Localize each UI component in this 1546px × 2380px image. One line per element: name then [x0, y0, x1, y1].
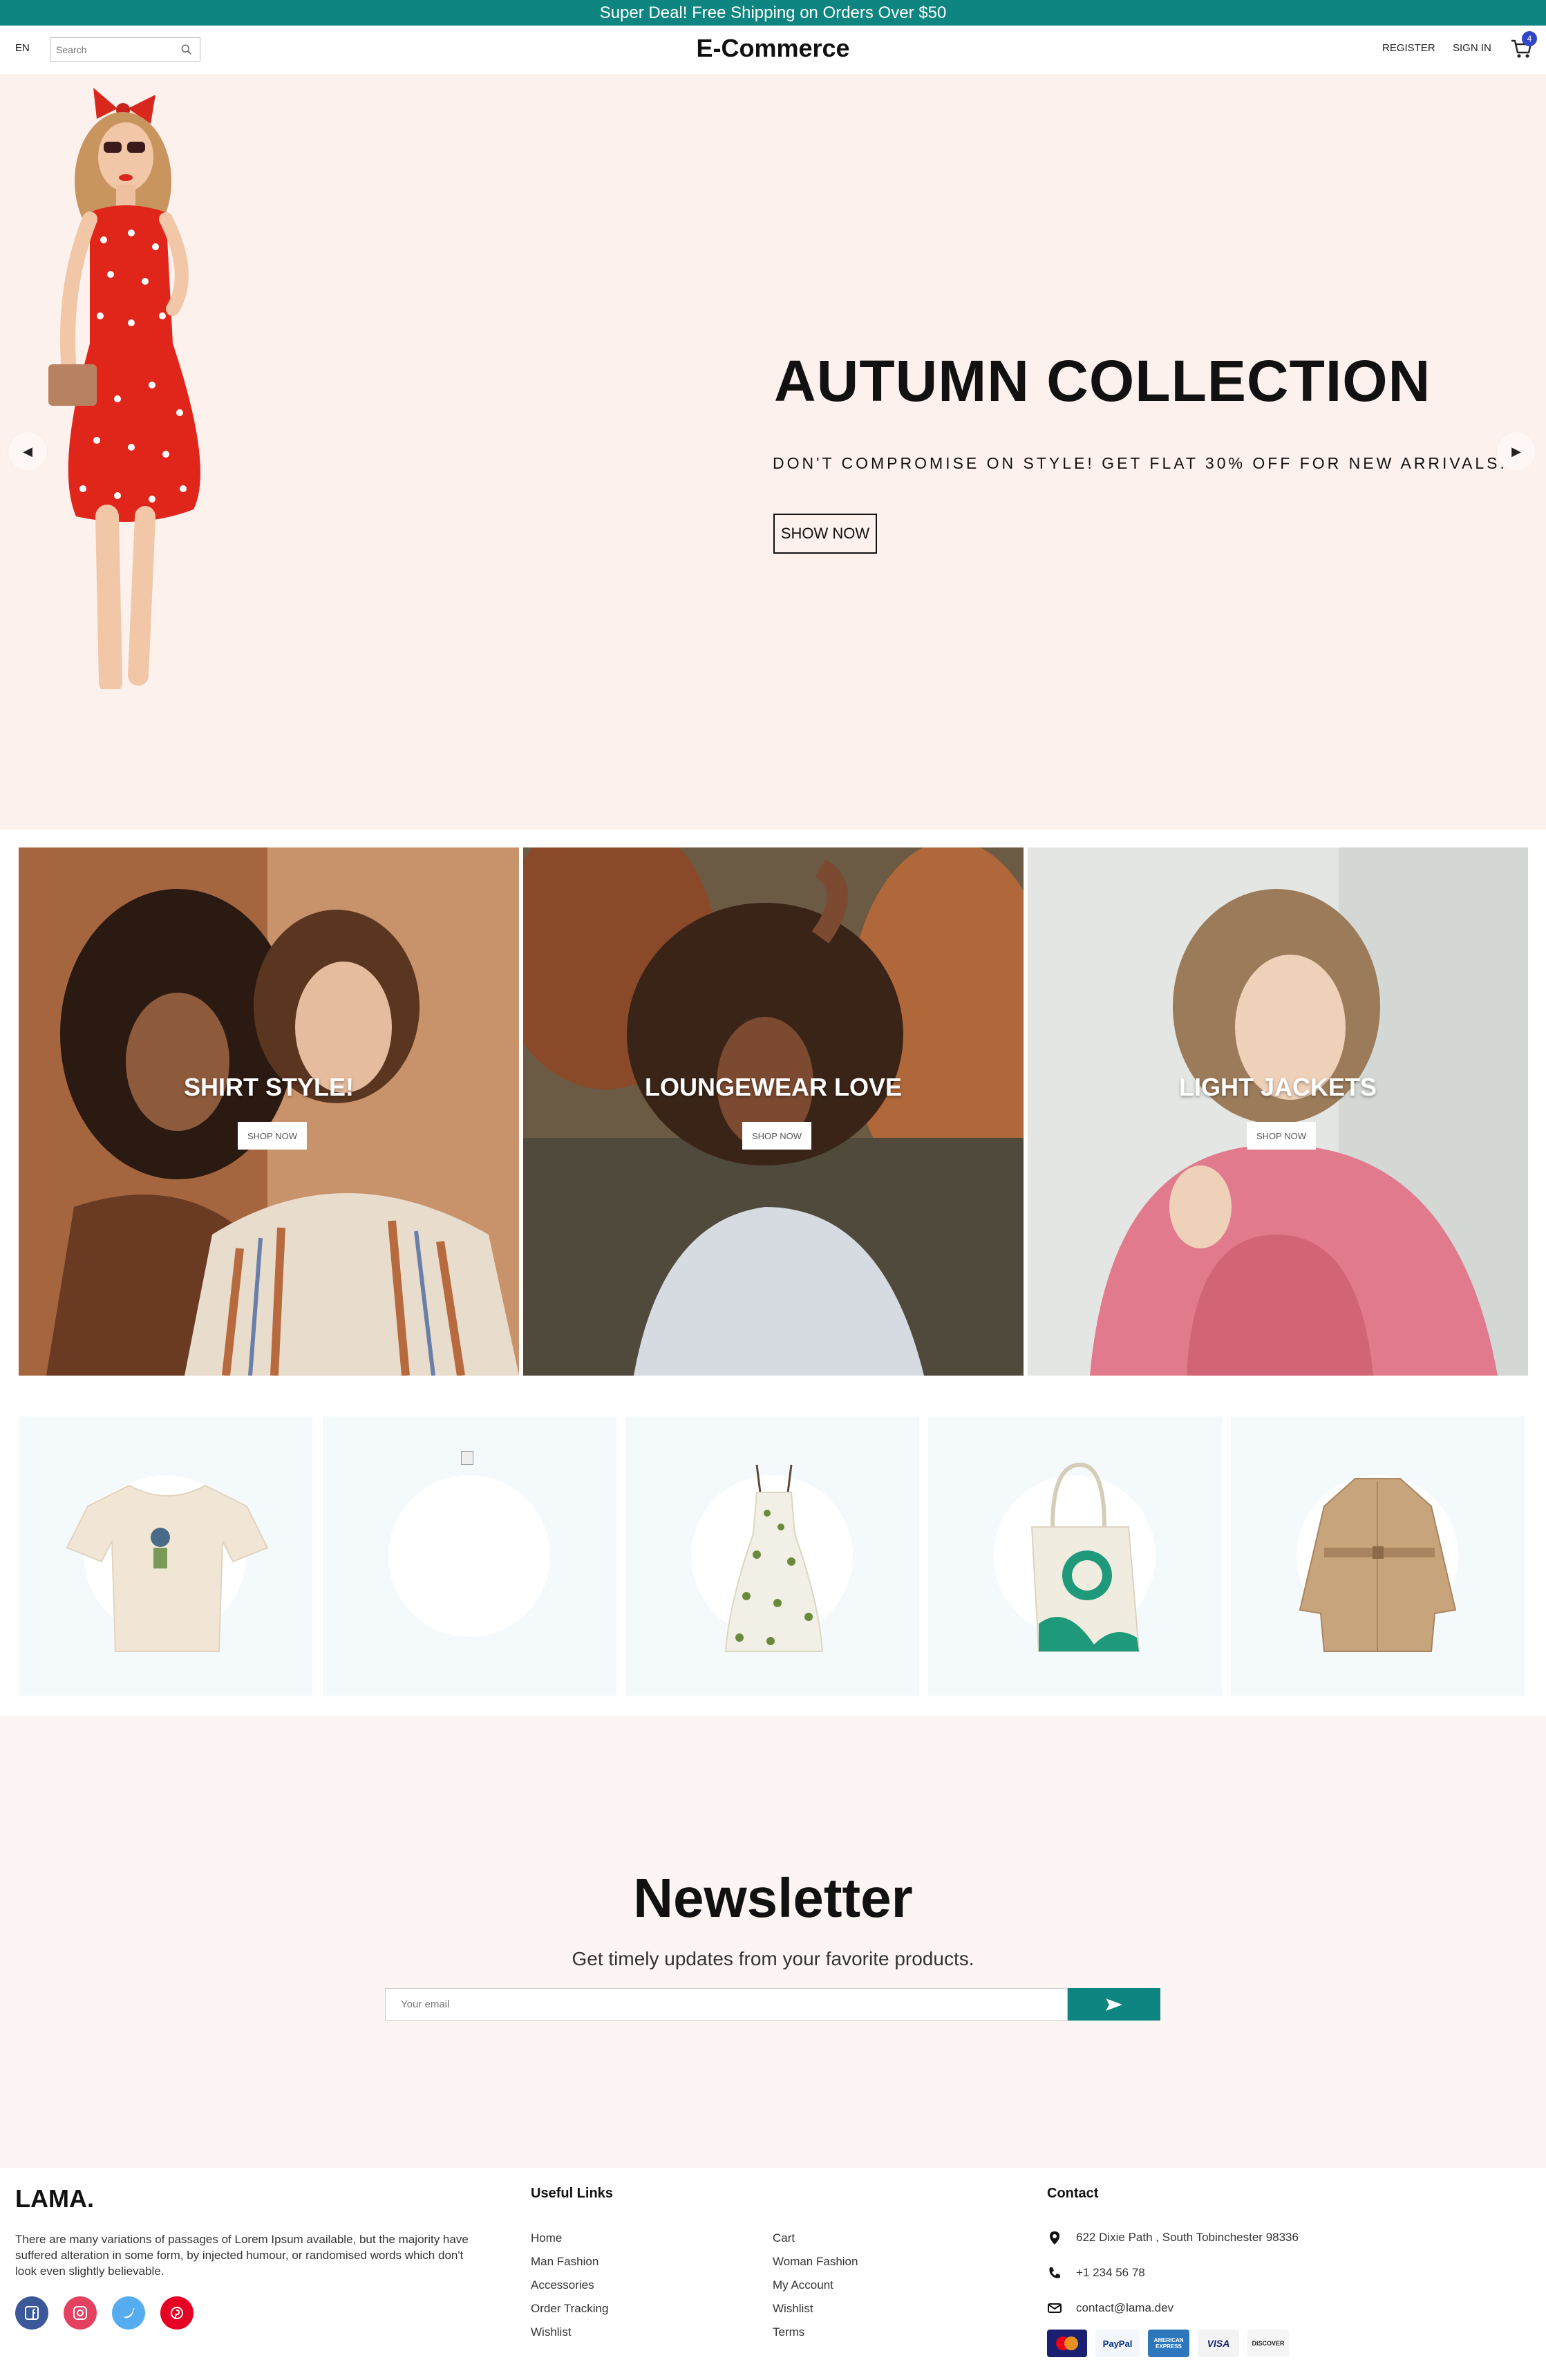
phone-icon	[1049, 2267, 1060, 2278]
twitter-icon	[123, 2308, 135, 2318]
category-card[interactable]: LIGHT JACKETS SHOP NOW	[1028, 847, 1528, 1376]
amex-logo: AMERICAN EXPRESS	[1148, 2330, 1189, 2357]
product-circle	[388, 1475, 550, 1637]
mail-icon	[1048, 2303, 1062, 2313]
discover-logo: DISCOVER	[1247, 2330, 1289, 2357]
instagram-icon	[73, 2306, 87, 2320]
broken-image-icon	[461, 1451, 473, 1465]
footer-logo: LAMA.	[15, 2184, 94, 2213]
footer-link-order-tracking[interactable]: Order Tracking	[531, 2302, 608, 2316]
dress-image	[724, 1464, 824, 1652]
shop-now-button[interactable]: SHOP NOW	[1247, 1122, 1316, 1150]
footer: LAMA. There are many variations of passa…	[0, 2168, 1546, 2380]
contact-title: Contact	[1047, 2186, 1099, 2201]
newsletter-description: Get timely updates from your favorite pr…	[572, 1948, 974, 1969]
sign-in-link[interactable]: SIGN IN	[1453, 42, 1491, 54]
visa-logo: VISA	[1198, 2330, 1239, 2357]
paypal-logo: PayPal	[1095, 2330, 1140, 2357]
site-logo: E-Commerce	[0, 34, 1546, 63]
category-image-light-jackets	[1028, 847, 1528, 1376]
category-title: LIGHT JACKETS	[1178, 1073, 1377, 1101]
contact-email-text: contact@lama.dev	[1076, 2301, 1174, 2314]
category-card[interactable]: SHIRT STYLE! SHOP NOW	[19, 847, 519, 1376]
facebook-icon	[25, 2306, 39, 2320]
contact-email: contact@lama.dev	[1047, 2301, 1173, 2316]
footer-link-my-account[interactable]: My Account	[773, 2278, 833, 2292]
tote-bag-image	[1030, 1462, 1140, 1652]
footer-link-man-fashion[interactable]: Man Fashion	[531, 2255, 598, 2269]
category-image-shirt-style	[19, 847, 519, 1376]
footer-link-woman-fashion[interactable]: Woman Fashion	[773, 2255, 858, 2269]
navbar: EN E-Commerce REGISTER SIGN IN 4	[0, 26, 1546, 74]
newsletter-section: Newsletter Get timely updates from your …	[0, 1716, 1546, 2168]
footer-description: There are many variations of passages of…	[15, 2233, 469, 2278]
show-now-button[interactable]: SHOW NOW	[773, 514, 877, 554]
footer-link-accessories[interactable]: Accessories	[531, 2278, 594, 2292]
hero-slider: AUTUMN COLLECTION DON'T COMPROMISE ON ST…	[0, 74, 1546, 830]
contact-address: 622 Dixie Path , South Tobinchester 9833…	[1047, 2230, 1299, 2245]
product-card[interactable]	[1231, 1416, 1525, 1696]
footer-link-cart[interactable]: Cart	[773, 2231, 795, 2245]
arrow-right-icon: ▶	[1511, 444, 1521, 458]
newsletter-submit-button[interactable]	[1068, 1988, 1160, 2021]
instagram-button[interactable]	[64, 2296, 97, 2330]
pinterest-button[interactable]	[160, 2296, 194, 2330]
newsletter-title: Newsletter	[633, 1867, 913, 1929]
category-card[interactable]: LOUNGEWEAR LOVE SHOP NOW	[523, 847, 1024, 1376]
category-image-loungewear-love	[523, 847, 1024, 1376]
category-title: SHIRT STYLE!	[183, 1073, 354, 1101]
facebook-button[interactable]	[15, 2296, 48, 2330]
search-icon[interactable]	[180, 44, 193, 56]
search-input[interactable]	[56, 44, 180, 55]
product-card[interactable]	[625, 1416, 919, 1696]
category-title: LOUNGEWEAR LOVE	[644, 1073, 902, 1101]
product-card[interactable]	[928, 1416, 1222, 1696]
contact-phone-text: +1 234 56 78	[1076, 2266, 1145, 2279]
hero-description: DON'T COMPROMISE ON STYLE! GET FLAT 30% …	[773, 454, 1507, 472]
shop-now-button[interactable]: SHOP NOW	[742, 1122, 811, 1150]
search-box[interactable]	[50, 37, 200, 62]
hero-model-image	[48, 88, 200, 689]
pinterest-icon	[171, 2307, 183, 2320]
announcement-text: Super Deal! Free Shipping on Orders Over…	[599, 3, 947, 22]
slider-next-button[interactable]: ▶	[1497, 432, 1536, 471]
send-icon	[1106, 1998, 1122, 2011]
contact-phone: +1 234 56 78	[1047, 2265, 1145, 2280]
language-selector[interactable]: EN	[15, 42, 30, 54]
shop-now-button[interactable]: SHOP NOW	[238, 1122, 307, 1150]
twitter-button[interactable]	[112, 2296, 145, 2330]
contact-address-text: 622 Dixie Path , South Tobinchester 9833…	[1076, 2231, 1299, 2244]
site-logo-text[interactable]: E-Commerce	[696, 34, 849, 62]
footer-link-wishlist[interactable]: Wishlist	[531, 2325, 572, 2339]
cart-badge: 4	[1522, 31, 1537, 46]
tshirt-image	[66, 1484, 269, 1652]
register-link[interactable]: REGISTER	[1382, 42, 1435, 54]
mastercard-icon	[1056, 2336, 1078, 2350]
location-pin-icon	[1050, 2231, 1059, 2245]
mastercard-logo	[1047, 2330, 1087, 2357]
newsletter-email-input[interactable]	[385, 1988, 1068, 2021]
footer-link-home[interactable]: Home	[531, 2231, 562, 2245]
arrow-left-icon: ◀	[23, 444, 32, 458]
trench-coat-image	[1299, 1478, 1457, 1652]
product-card[interactable]	[19, 1416, 312, 1696]
hero-title: AUTUMN COLLECTION	[774, 348, 1431, 413]
slider-prev-button[interactable]: ◀	[8, 432, 47, 471]
announcement-bar: Super Deal! Free Shipping on Orders Over…	[0, 0, 1546, 26]
footer-link-terms[interactable]: Terms	[773, 2325, 804, 2339]
product-card[interactable]	[323, 1416, 616, 1696]
useful-links-title: Useful Links	[531, 2186, 613, 2201]
footer-link-wishlist-2[interactable]: Wishlist	[773, 2302, 813, 2316]
